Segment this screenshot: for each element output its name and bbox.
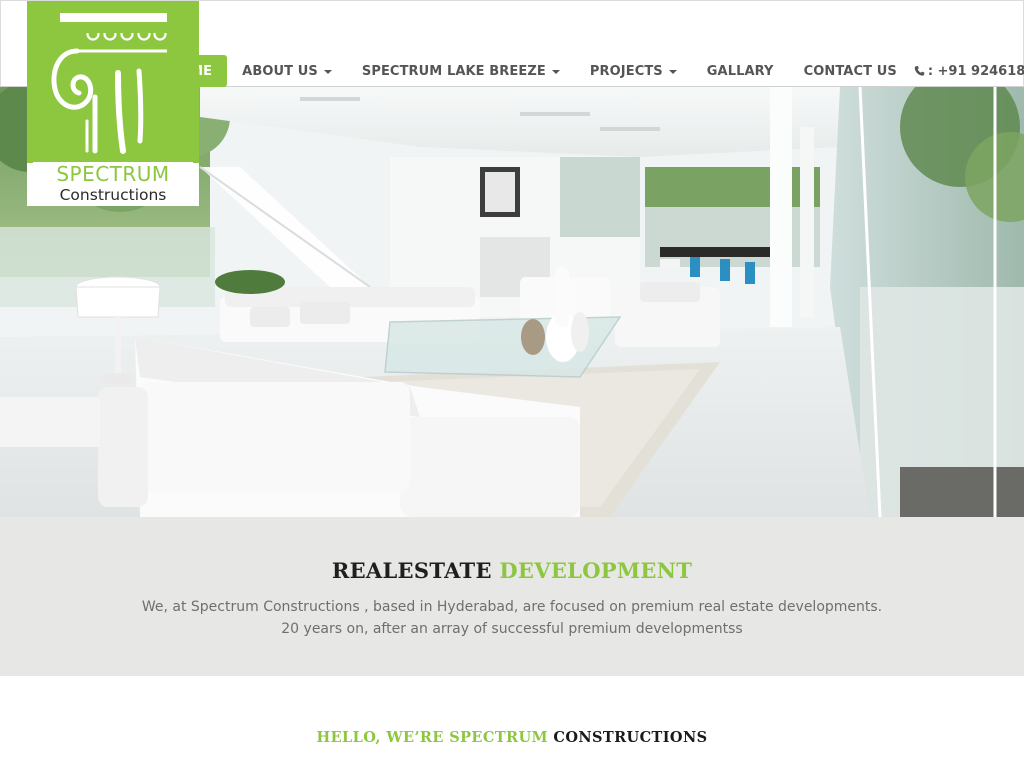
nav-projects[interactable]: PROJECTS: [575, 55, 692, 87]
nav-spectrum-lake-breeze[interactable]: SPECTRUM LAKE BREEZE: [347, 55, 575, 87]
welcome-heading-green: HELLO, WE’RE SPECTRUM: [316, 729, 548, 746]
nav-projects-label: PROJECTS: [589, 63, 663, 79]
nav-contact-us-label: CONTACT US: [803, 63, 897, 79]
nav-about-us[interactable]: ABOUT US: [227, 55, 347, 87]
intro-heading: REALESTATE DEVELOPMENT: [0, 558, 1024, 583]
logo[interactable]: SPECTRUM Constructions: [27, 1, 199, 206]
nav-gallary-label: GALLARY: [706, 63, 774, 79]
nav-gallary[interactable]: GALLARY: [692, 55, 789, 87]
caret-down-icon: [323, 70, 332, 74]
intro-heading-dark: REALESTATE: [331, 558, 492, 583]
nav-about-us-label: ABOUT US: [242, 63, 318, 79]
welcome-heading-dark: CONSTRUCTIONS: [553, 729, 708, 746]
caret-down-icon: [668, 70, 677, 74]
intro-heading-green: DEVELOPMENT: [499, 558, 693, 583]
nav-lake-breeze-label: SPECTRUM LAKE BREEZE: [361, 63, 546, 79]
phone-number[interactable]: : +91 9246184777: [912, 55, 1024, 87]
intro-text-line2: 20 years on, after an array of successfu…: [281, 621, 743, 637]
main-menu: HOME ABOUT US SPECTRUM LAKE BREEZE PROJE…: [153, 55, 1024, 87]
ionic-column-icon: [51, 13, 178, 154]
phone-icon: [914, 66, 925, 76]
intro-text-line1: We, at Spectrum Constructions , based in…: [141, 599, 883, 615]
welcome-section: HELLO, WE’RE SPECTRUM CONSTRUCTIONS: [0, 676, 1024, 768]
column-logo-mark: [27, 1, 199, 163]
phone-number-text: : +91 9246184777: [927, 63, 1024, 79]
logo-name-line1: SPECTRUM: [33, 162, 193, 186]
caret-down-icon: [551, 70, 560, 74]
logo-name-line2: Constructions: [59, 186, 167, 204]
welcome-heading: HELLO, WE’RE SPECTRUM CONSTRUCTIONS: [0, 729, 1024, 746]
intro-section: REALESTATE DEVELOPMENT We, at Spectrum C…: [0, 517, 1024, 676]
nav-contact-us[interactable]: CONTACT US: [789, 55, 912, 87]
